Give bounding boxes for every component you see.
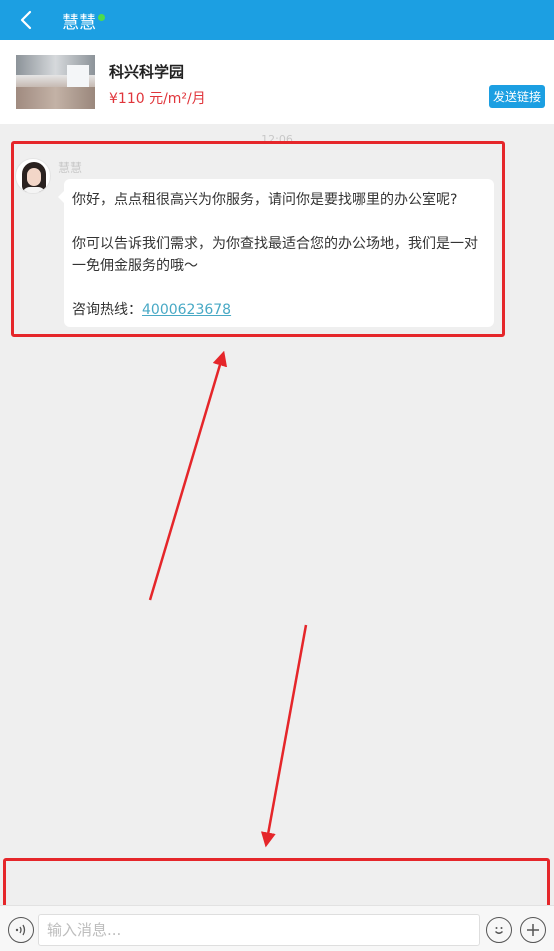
voice-icon[interactable]: [8, 917, 34, 943]
property-name: 科兴科学园: [109, 63, 185, 81]
arrow-up: [148, 350, 228, 601]
highlight-box-message: [11, 141, 505, 337]
chevron-left-icon[interactable]: [6, 0, 46, 40]
arrow-down: [260, 624, 308, 848]
message-input[interactable]: [38, 914, 480, 946]
top-bar: 慧慧: [0, 0, 554, 40]
message-input-bar: [0, 905, 554, 951]
property-card[interactable]: 科兴科学园 ¥110 元/m²/月 发送链接: [0, 40, 554, 124]
send-link-button[interactable]: 发送链接: [489, 85, 545, 108]
online-status-dot: [98, 13, 105, 21]
property-thumbnail[interactable]: [16, 55, 95, 109]
chat-title: 慧慧: [62, 12, 96, 33]
emoji-icon[interactable]: [486, 917, 512, 943]
property-price: ¥110 元/m²/月: [109, 91, 206, 107]
plus-icon[interactable]: [520, 917, 546, 943]
